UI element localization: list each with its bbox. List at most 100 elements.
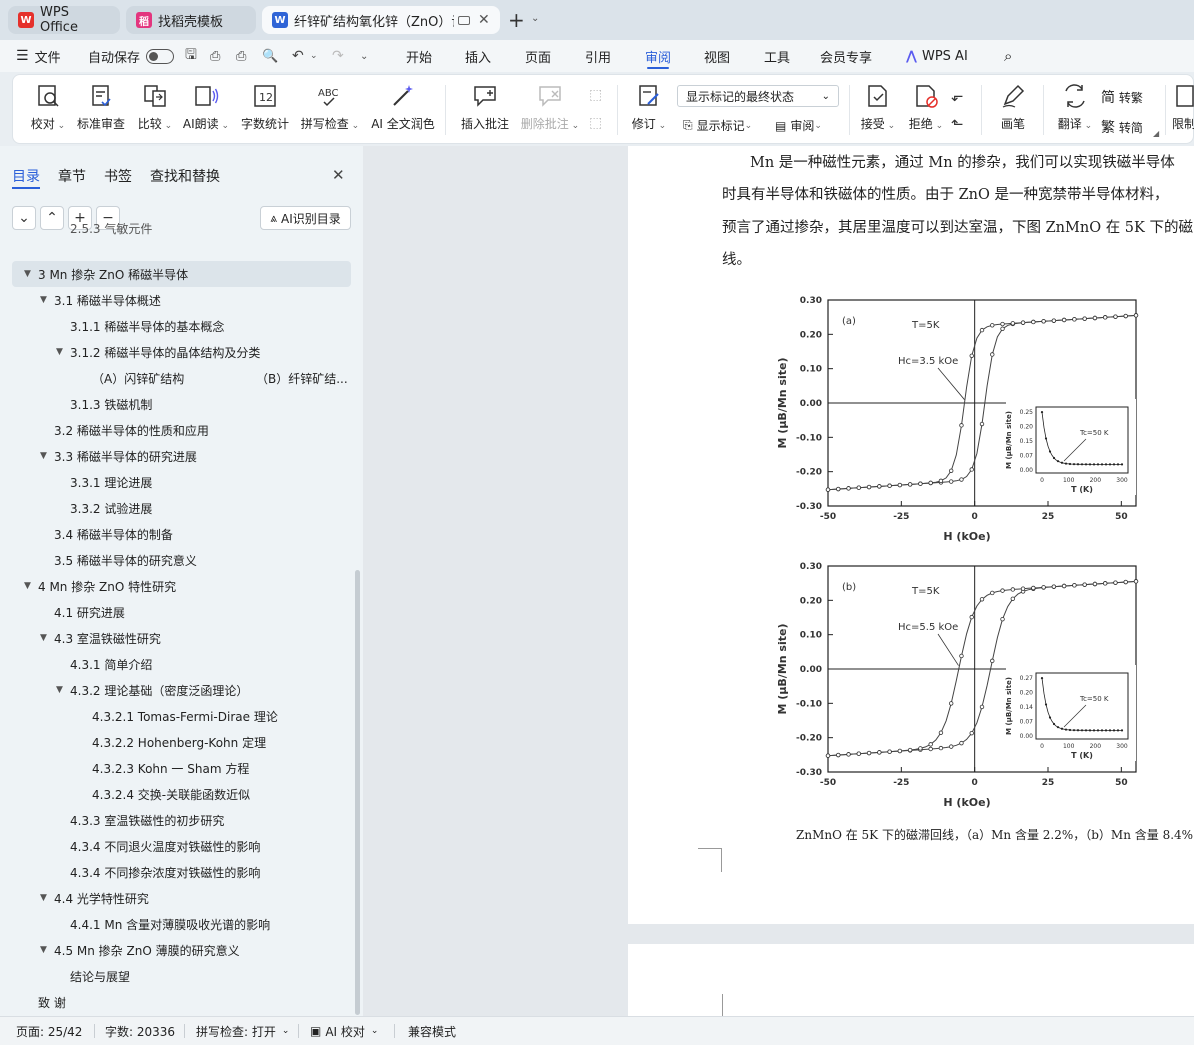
proofread-button[interactable]: 校对 ⌄ xyxy=(29,83,67,132)
prev-comment-icon[interactable]: ⬚ xyxy=(589,87,602,103)
nav-tab-toc[interactable]: 目录 xyxy=(12,166,40,189)
word-count-indicator[interactable]: 字数: 20336 xyxy=(105,1017,175,1045)
toggle-switch-icon[interactable] xyxy=(146,48,175,64)
more-chevron-icon[interactable]: ⌄ xyxy=(360,40,368,72)
tab-wps-office[interactable]: W WPS Office xyxy=(8,5,120,35)
nav-tab-find-replace[interactable]: 查找和替换 xyxy=(150,166,220,186)
translate-button[interactable]: 翻译 ⌄ xyxy=(1051,83,1099,132)
expand-caret-icon[interactable]: ▼ xyxy=(24,581,31,591)
menu-reference[interactable]: 引用 xyxy=(585,40,611,72)
toc-item[interactable]: ▼ 4.5 Mn 掺杂 ZnO 薄膜的研究意义 xyxy=(0,937,355,963)
accept-button[interactable]: 接受 ⌄ xyxy=(857,83,899,132)
screen-icon[interactable] xyxy=(458,15,470,25)
chevron-down-icon[interactable]: ⌄ xyxy=(531,13,539,24)
toc-item[interactable]: ▼ 4.3.2 理论基础（密度泛函理论） xyxy=(0,677,355,703)
menu-insert[interactable]: 插入 xyxy=(465,40,491,72)
pen-button[interactable]: 画笔 xyxy=(993,83,1033,132)
compare-button[interactable]: 比较 ⌄ xyxy=(133,83,177,132)
expand-caret-icon[interactable]: ▼ xyxy=(40,451,47,461)
close-icon[interactable]: ✕ xyxy=(478,12,490,28)
toc-item[interactable]: 4.3.4 不同掺杂浓度对铁磁性的影响 xyxy=(0,859,355,885)
tab-docer[interactable]: 稻 找稻壳模板 xyxy=(126,6,256,34)
expand-caret-icon[interactable]: ▼ xyxy=(56,347,63,357)
redo-icon[interactable]: ↷ xyxy=(332,40,344,72)
to-simplified-button[interactable]: 繁 转简 xyxy=(1101,117,1143,137)
expand-caret-icon[interactable]: ▼ xyxy=(40,295,47,305)
track-changes-button[interactable]: 修订 ⌄ xyxy=(627,83,671,132)
toc-item[interactable]: 4.3.2.3 Kohn 一 Sham 方程 xyxy=(0,755,355,781)
toc-item[interactable]: 3.3.2 试验进展 xyxy=(0,495,355,521)
toc-item[interactable]: 3.5 稀磁半导体的研究意义 xyxy=(0,547,355,573)
menu-page[interactable]: 页面 xyxy=(525,40,551,72)
toc-item[interactable]: 致 谢 xyxy=(0,989,355,1015)
toc-item[interactable]: ▼ 4 Mn 掺杂 ZnO 特性研究 xyxy=(0,573,355,599)
page-indicator[interactable]: 页面: 25/42 xyxy=(16,1017,82,1045)
nav-tab-bookmark[interactable]: 书签 xyxy=(104,166,132,186)
tab-document[interactable]: W 纤锌矿结构氧化锌（ZnO）设 ✕ xyxy=(262,6,500,34)
spell-check-status[interactable]: 拼写检查: 打开 ⌄ xyxy=(196,1017,289,1045)
next-change-icon[interactable]: ⬑ xyxy=(951,115,964,133)
menu-start[interactable]: 开始 xyxy=(406,40,432,72)
expand-caret-icon[interactable]: ▼ xyxy=(40,633,47,643)
undo-icon[interactable]: ↶ xyxy=(292,40,304,72)
print-preview-icon[interactable]: 🔍 xyxy=(262,40,278,72)
spell-check-button[interactable]: ABC 拼写检查 ⌄ xyxy=(299,83,361,132)
toc-item[interactable]: 结论与展望 xyxy=(0,963,355,989)
toc-item[interactable]: 3.2 稀磁半导体的性质和应用 xyxy=(0,417,355,443)
review-pane-button[interactable]: ▤ 审阅 ⌄ xyxy=(775,117,822,134)
toc-item[interactable]: 4.3.2.1 Tomas-Fermi-Dirae 理论 xyxy=(0,703,355,729)
toc-item[interactable]: 2.5.3 气敏元件 xyxy=(0,223,355,237)
toc-item[interactable]: 4.3.1 简单介绍 xyxy=(0,651,355,677)
toc-item[interactable]: ▼ 3.3 稀磁半导体的研究进展 xyxy=(0,443,355,469)
document-page-next[interactable] xyxy=(628,944,1194,1016)
menu-review[interactable]: 审阅 xyxy=(645,40,671,72)
search-icon[interactable]: ⌕ xyxy=(1004,40,1012,72)
show-markup-button[interactable]: ⎘ 显示标记 ⌄ xyxy=(683,117,752,134)
insert-comment-button[interactable]: 插入批注 xyxy=(457,83,513,132)
toc-item[interactable]: ▼ 3.1.2 稀磁半导体的晶体结构及分类 xyxy=(0,339,355,365)
print-icon[interactable]: ⎙ xyxy=(236,40,246,72)
toc-item[interactable]: 4.4.1 Mn 含量对薄膜吸收光谱的影响 xyxy=(0,911,355,937)
document-page[interactable]: Mn 是一种磁性元素，通过 Mn 的掺杂，我们可以实现铁磁半导体 时具有半导体和… xyxy=(628,146,1194,924)
new-tab-icon[interactable]: + xyxy=(508,8,525,32)
menu-view[interactable]: 视图 xyxy=(704,40,730,72)
prev-change-icon[interactable]: ⬐ xyxy=(951,87,964,105)
toc-item[interactable]: 4.1 研究进展 xyxy=(0,599,355,625)
toc-item[interactable]: ▼ 3 Mn 掺杂 ZnO 稀磁半导体 xyxy=(12,261,351,287)
markup-state-select[interactable]: 显示标记的最终状态 ⌄ xyxy=(677,85,839,107)
toc-item[interactable]: ▼ 4.4 光学特性研究 xyxy=(0,885,355,911)
export-pdf-icon[interactable]: ⎙ xyxy=(210,40,220,72)
ai-read-button[interactable]: AI朗读 ⌄ xyxy=(181,83,231,132)
save-icon[interactable]: 🖫 xyxy=(185,40,197,72)
wps-ai-button[interactable]: ⋀ WPS AI xyxy=(906,40,968,72)
expand-caret-icon[interactable]: ▼ xyxy=(24,269,31,279)
expand-caret-icon[interactable]: ▼ xyxy=(40,893,47,903)
toc-item[interactable]: 3.4 稀磁半导体的制备 xyxy=(0,521,355,547)
standard-review-button[interactable]: 标准审查 xyxy=(75,83,127,132)
toc-item[interactable]: 4.3.2.2 Hohenberg-Kohn 定理 xyxy=(0,729,355,755)
menu-member[interactable]: 会员专享 xyxy=(820,40,872,72)
next-comment-icon[interactable]: ⬚ xyxy=(589,115,602,131)
toc-item[interactable]: ▼ 4.3 室温铁磁性研究 xyxy=(0,625,355,651)
expand-caret-icon[interactable]: ▼ xyxy=(40,945,47,955)
nav-tab-chapter[interactable]: 章节 xyxy=(58,166,86,186)
delete-comment-button[interactable]: 删除批注 ⌄ xyxy=(519,83,581,132)
toc-item[interactable]: 4.3.4 不同退火温度对铁磁性的影响 xyxy=(0,833,355,859)
to-traditional-button[interactable]: 简 转繁 xyxy=(1101,87,1143,107)
expand-caret-icon[interactable]: ▼ xyxy=(56,685,63,695)
autosave-toggle[interactable]: 自动保存 xyxy=(88,40,175,72)
toc-item[interactable]: 4.3.3 室温铁磁性的初步研究 xyxy=(0,807,355,833)
toc-item[interactable]: 3.1.1 稀磁半导体的基本概念 xyxy=(0,313,355,339)
toc-item[interactable]: 4.3.2.4 交换-关联能函数近似 xyxy=(0,781,355,807)
ribbon-expand-icon[interactable]: ◢ xyxy=(1153,129,1159,138)
ai-polish-button[interactable]: AI 全文润色 xyxy=(369,83,437,132)
file-menu[interactable]: ☰ 文件 xyxy=(16,40,61,72)
reject-button[interactable]: 拒绝 ⌄ xyxy=(905,83,947,132)
toc-scrollbar[interactable] xyxy=(355,570,360,1015)
toc-item[interactable]: ▼ 3.1 稀磁半导体概述 xyxy=(0,287,355,313)
toc-item[interactable]: （A）闪锌矿结构 （B）纤锌矿结... xyxy=(0,365,355,391)
word-count-button[interactable]: 12 字数统计 xyxy=(239,83,291,132)
toc-item[interactable]: 3.3.1 理论进展 xyxy=(0,469,355,495)
chevron-down-icon[interactable]: ⌄ xyxy=(310,40,318,72)
close-panel-icon[interactable]: ✕ xyxy=(332,166,345,184)
